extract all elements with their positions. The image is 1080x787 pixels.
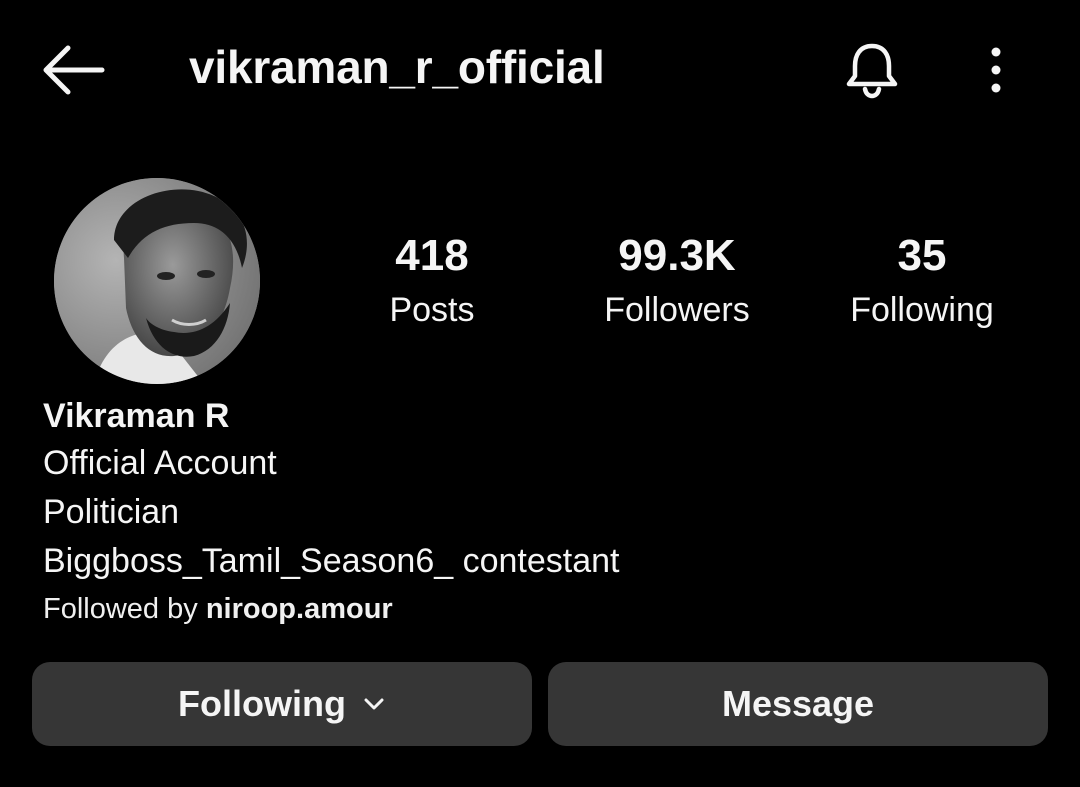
back-button[interactable] xyxy=(38,42,108,98)
arrow-left-icon xyxy=(43,45,105,95)
bio-line: Biggboss_Tamil_Season6_ contestant xyxy=(43,542,620,580)
following-button[interactable]: Following xyxy=(32,662,532,746)
followers-value: 99.3K xyxy=(618,231,736,280)
message-button-label: Message xyxy=(721,683,875,724)
followers-count[interactable]: 99.3K Followers xyxy=(577,228,777,336)
bio-line: Official Account xyxy=(43,444,277,482)
following-value: 35 xyxy=(897,231,947,280)
following-label: Following xyxy=(850,291,994,329)
followers-label: Followers xyxy=(604,291,750,329)
profile-bio: Vikraman R Official Account Politician B… xyxy=(43,393,620,632)
bell-icon xyxy=(846,43,898,99)
followed-by-user-link[interactable]: niroop.amour xyxy=(206,593,393,625)
notifications-button[interactable] xyxy=(838,36,906,104)
posts-value: 418 xyxy=(395,231,469,280)
profile-page: vikraman_r_official 418 Posts 99.3K Foll… xyxy=(0,0,1080,787)
posts-label: Posts xyxy=(389,291,475,329)
profile-avatar[interactable] xyxy=(54,178,260,384)
top-bar: vikraman_r_official xyxy=(0,0,1080,140)
chevron-down-icon xyxy=(364,698,384,710)
bio-line: Politician xyxy=(43,493,180,531)
following-count[interactable]: 35 Following xyxy=(832,228,1012,336)
more-vertical-icon xyxy=(991,47,1001,93)
following-button-label: Following xyxy=(178,683,346,724)
posts-count[interactable]: 418 Posts xyxy=(352,228,512,336)
more-options-button[interactable] xyxy=(974,40,1018,100)
followed-by: Followed by niroop.amour xyxy=(43,586,620,632)
followed-by-prefix: Followed by xyxy=(43,593,206,625)
profile-photo xyxy=(54,178,260,384)
message-button[interactable]: Message xyxy=(548,662,1048,746)
display-name: Vikraman R xyxy=(43,397,230,435)
profile-username: vikraman_r_official xyxy=(189,41,605,93)
